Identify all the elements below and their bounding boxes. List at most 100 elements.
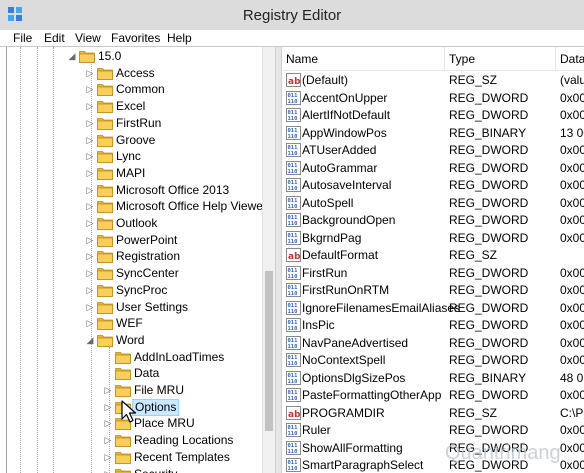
tree-item[interactable]: ▷ Registration [7, 248, 262, 265]
tree-item[interactable]: ▷ Lync [7, 148, 262, 165]
table-row[interactable]: ab DefaultFormat REG_SZ [282, 247, 584, 264]
expand-arrow-icon[interactable]: ▷ [103, 418, 113, 428]
table-row[interactable]: ab (Default) REG_SZ (valu [282, 72, 584, 89]
tree-item-label[interactable]: AddInLoadTimes [132, 349, 226, 366]
table-row[interactable]: 011110BkgrndPag REG_DWORD 0x000 [282, 230, 584, 247]
tree-item[interactable]: ▷ Microsoft Office Help Viewer [7, 198, 267, 215]
expand-arrow-icon[interactable]: ▷ [103, 385, 113, 395]
tree-item-label[interactable]: MAPI [114, 165, 147, 182]
expand-arrow-icon[interactable]: ▷ [85, 185, 95, 195]
table-row[interactable]: 011 110 IgnoreFilenamesEmailAliases REG_DWO… [282, 300, 584, 317]
tree-item[interactable]: ▷ Security [7, 466, 262, 473]
tree-item-label[interactable]: Lync [114, 148, 143, 165]
expand-arrow-icon[interactable]: ▷ [85, 101, 95, 111]
table-row[interactable]: 011110FirstRunOnRTM REG_DWORD 0x000 [282, 282, 584, 299]
title-bar[interactable]: Registry Editor [0, 0, 584, 30]
tree-item[interactable]: ▷ Groove [7, 132, 262, 149]
column-header-data[interactable]: Data [556, 47, 584, 71]
menu-edit[interactable]: Edit [44, 30, 65, 46]
tree-item-label[interactable]: Microsoft Office 2013 [114, 182, 231, 199]
tree-item-label[interactable]: Security [132, 466, 179, 473]
tree-item-label[interactable]: Access [114, 65, 157, 82]
tree-item[interactable]: ▷ WEF [7, 315, 262, 332]
tree-item-label[interactable]: Options [132, 398, 180, 416]
tree-item[interactable]: Data [7, 365, 262, 382]
table-row[interactable]: 011110BackgroundOpen REG_DWORD 0x000 [282, 212, 584, 229]
tree-item[interactable]: ◢ 15.0 [7, 48, 262, 65]
table-row[interactable]: 011110OptionsDlgSizePos REG_BINARY 48 03 [282, 370, 584, 387]
menu-favorites[interactable]: Favorites [111, 30, 160, 46]
expand-arrow-icon[interactable]: ▷ [85, 84, 95, 94]
table-row[interactable]: 011 110 PasteFormattingOtherApp REG_DWORD 0x… [282, 387, 584, 404]
tree-item[interactable]: ▷ Excel [7, 98, 262, 115]
expand-arrow-icon[interactable]: ▷ [103, 452, 113, 462]
tree-item-label[interactable]: 15.0 [96, 48, 123, 65]
expand-arrow-icon[interactable]: ▷ [85, 268, 95, 278]
tree-item-label[interactable]: Common [114, 81, 167, 98]
collapse-arrow-icon[interactable]: ◢ [67, 51, 77, 61]
tree-scrollbar-thumb[interactable] [265, 271, 273, 431]
table-row[interactable]: 011110ATUserAdded REG_DWORD 0x000 [282, 142, 584, 159]
tree-item[interactable]: ▷ SyncProc [7, 282, 262, 299]
tree-item-label[interactable]: Registration [114, 248, 182, 265]
menu-view[interactable]: View [75, 30, 101, 46]
expand-arrow-icon[interactable]: ▷ [85, 302, 95, 312]
expand-arrow-icon[interactable]: ▷ [85, 135, 95, 145]
expand-arrow-icon[interactable]: ▷ [85, 68, 95, 78]
tree-item-label[interactable]: User Settings [114, 299, 190, 316]
table-row[interactable]: 011110AlertIfNotDefault REG_DWORD 0x000 [282, 107, 584, 124]
expand-arrow-icon[interactable]: ▷ [85, 218, 95, 228]
menu-help[interactable]: Help [167, 30, 192, 46]
tree-item-label[interactable]: Excel [114, 98, 147, 115]
table-row[interactable]: 011110NoContextSpell REG_DWORD 0x000 [282, 352, 584, 369]
table-row[interactable]: 011110AutoSpell REG_DWORD 0x000 [282, 195, 584, 212]
expand-arrow-icon[interactable]: ▷ [85, 318, 95, 328]
tree-item-label[interactable]: PowerPoint [114, 232, 179, 249]
collapse-arrow-icon[interactable]: ◢ [85, 335, 95, 345]
tree-item[interactable]: ▷ MAPI [7, 165, 262, 182]
values-list-pane[interactable]: Name Type Data ab (Default) REG_SZ (valu 011… [282, 47, 584, 473]
expand-arrow-icon[interactable]: ▷ [103, 469, 113, 473]
tree-item[interactable]: ▷ Common [7, 81, 262, 98]
expand-arrow-icon[interactable]: ▷ [85, 235, 95, 245]
table-row[interactable]: 011110AppWindowPos REG_BINARY 13 00 [282, 125, 584, 142]
expand-arrow-icon[interactable]: ▷ [85, 151, 95, 161]
pane-splitter[interactable] [275, 47, 282, 473]
table-row[interactable]: 011110NavPaneAdvertised REG_DWORD 0x000 [282, 335, 584, 352]
tree-item[interactable]: ▷ User Settings [7, 299, 262, 316]
tree-item[interactable]: ▷ Reading Locations [7, 432, 262, 449]
column-header-type[interactable]: Type [445, 47, 475, 71]
tree-item-label[interactable]: FirstRun [114, 115, 163, 132]
table-row[interactable]: 011110AccentOnUpper REG_DWORD 0x000 [282, 90, 584, 107]
tree-item[interactable]: ▷ Recent Templates [7, 449, 262, 466]
tree-item-label[interactable]: Outlook [114, 215, 159, 232]
expand-arrow-icon[interactable]: ▷ [103, 435, 113, 445]
table-row[interactable]: 011110FirstRun REG_DWORD 0x000 [282, 265, 584, 282]
table-row[interactable]: 011110AutoGrammar REG_DWORD 0x000 [282, 160, 584, 177]
column-header-name[interactable]: Name [282, 47, 318, 71]
tree-scrollbar[interactable] [262, 47, 275, 473]
tree-item-label[interactable]: Reading Locations [132, 432, 235, 449]
expand-arrow-icon[interactable]: ▷ [103, 402, 113, 412]
tree-item-label[interactable]: WEF [114, 315, 145, 332]
expand-arrow-icon[interactable]: ▷ [85, 251, 95, 261]
tree-item[interactable]: ▷ FirstRun [7, 115, 262, 132]
tree-item[interactable]: ◢ Word [7, 332, 262, 349]
tree-item-label[interactable]: SyncCenter [114, 265, 181, 282]
tree-item[interactable]: ▷ Outlook [7, 215, 262, 232]
table-row[interactable]: 011110InsPic REG_DWORD 0x000 [282, 317, 584, 334]
expand-arrow-icon[interactable]: ▷ [85, 168, 95, 178]
table-row[interactable]: 011110AutosaveInterval REG_DWORD 0x000 [282, 177, 584, 194]
key-tree-pane[interactable]: ◢ 15.0 ▷ Access ▷ Common ▷ Excel ▷ FirstRun ▷ Groov… [6, 47, 275, 473]
tree-item-label[interactable]: File MRU [132, 382, 186, 399]
tree-item[interactable]: ▷ PowerPoint [7, 232, 262, 249]
tree-item-label[interactable]: Recent Templates [132, 449, 232, 466]
tree-item-label[interactable]: Data [132, 365, 161, 382]
tree-item-label[interactable]: Word [114, 332, 146, 349]
table-row[interactable]: abPROGRAMDIR REG_SZ C:\Pr [282, 405, 584, 422]
tree-item-label[interactable]: Microsoft Office Help Viewer [114, 198, 269, 215]
tree-item[interactable]: ▷ File MRU [7, 382, 262, 399]
tree-item[interactable]: ▷ SyncCenter [7, 265, 262, 282]
tree-item-label[interactable]: Place MRU [132, 415, 197, 432]
expand-arrow-icon[interactable]: ▷ [85, 118, 95, 128]
